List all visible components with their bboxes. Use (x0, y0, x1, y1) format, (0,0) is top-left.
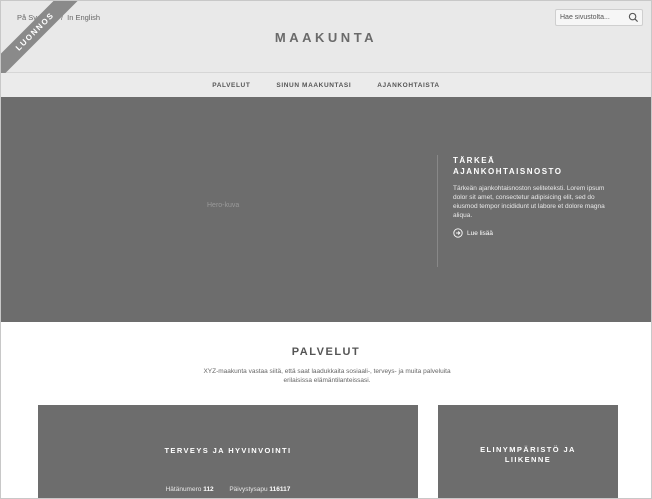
nav-item-sinun-maakuntasi[interactable]: SINUN MAAKUNTASI (275, 82, 352, 89)
site-header: På Svenska/In English MAAKUNTA LUONNOS (1, 1, 651, 80)
featured-news: TÄRKEÄ AJANKOHTAISNOSTO Tärkeän ajankoht… (437, 155, 613, 267)
page: På Svenska/In English MAAKUNTA LUONNOS P… (0, 0, 652, 499)
nav-item-ajankohtaista[interactable]: AJANKOHTAISTA (376, 82, 440, 89)
news-title: TÄRKEÄ AJANKOHTAISNOSTO (453, 156, 563, 176)
read-more-link[interactable]: Lue lisää (453, 228, 613, 238)
services-title: PALVELUT (291, 346, 361, 358)
hero-image-placeholder: Hero-kuva (207, 202, 240, 209)
duty-number[interactable]: 116117 (269, 486, 290, 493)
read-more-label: Lue lisää (467, 229, 494, 237)
emergency-label: Hätänumero (165, 486, 202, 493)
main-nav: PALVELUT SINUN MAAKUNTASI AJANKOHTAISTA (1, 73, 651, 98)
duty-label: Päivystysapu (229, 486, 268, 493)
nav-item-palvelut[interactable]: PALVELUT (211, 82, 251, 89)
services-description: XYZ-maakunta vastaa siitä, että saat laa… (203, 368, 451, 384)
lang-english-link[interactable]: In English (67, 13, 100, 22)
arrow-circle-icon (453, 228, 463, 238)
news-body: Tärkeän ajankohtaisnoston seliteteksti. … (453, 185, 605, 219)
service-card-health[interactable]: TERVEYS JA HYVINVOINTI Hätänumero 112 Pä… (38, 405, 418, 498)
emergency-number[interactable]: 112 (203, 486, 214, 493)
emergency-numbers: Hätänumero 112 Päivystysapu 116117 (38, 486, 418, 493)
search-box (555, 9, 643, 26)
service-card-environment[interactable]: ELINYMPÄRISTÖ JA LIIKENNE (438, 405, 618, 498)
site-logo[interactable]: MAAKUNTA (1, 30, 651, 45)
search-input[interactable] (560, 10, 622, 25)
search-icon[interactable] (628, 12, 639, 23)
hero-banner: Hero-kuva TÄRKEÄ AJANKOHTAISNOSTO Tärkeä… (1, 97, 651, 322)
service-card-title: TERVEYS JA HYVINVOINTI (164, 446, 292, 455)
service-card-title: ELINYMPÄRISTÖ JA LIIKENNE (480, 445, 576, 464)
